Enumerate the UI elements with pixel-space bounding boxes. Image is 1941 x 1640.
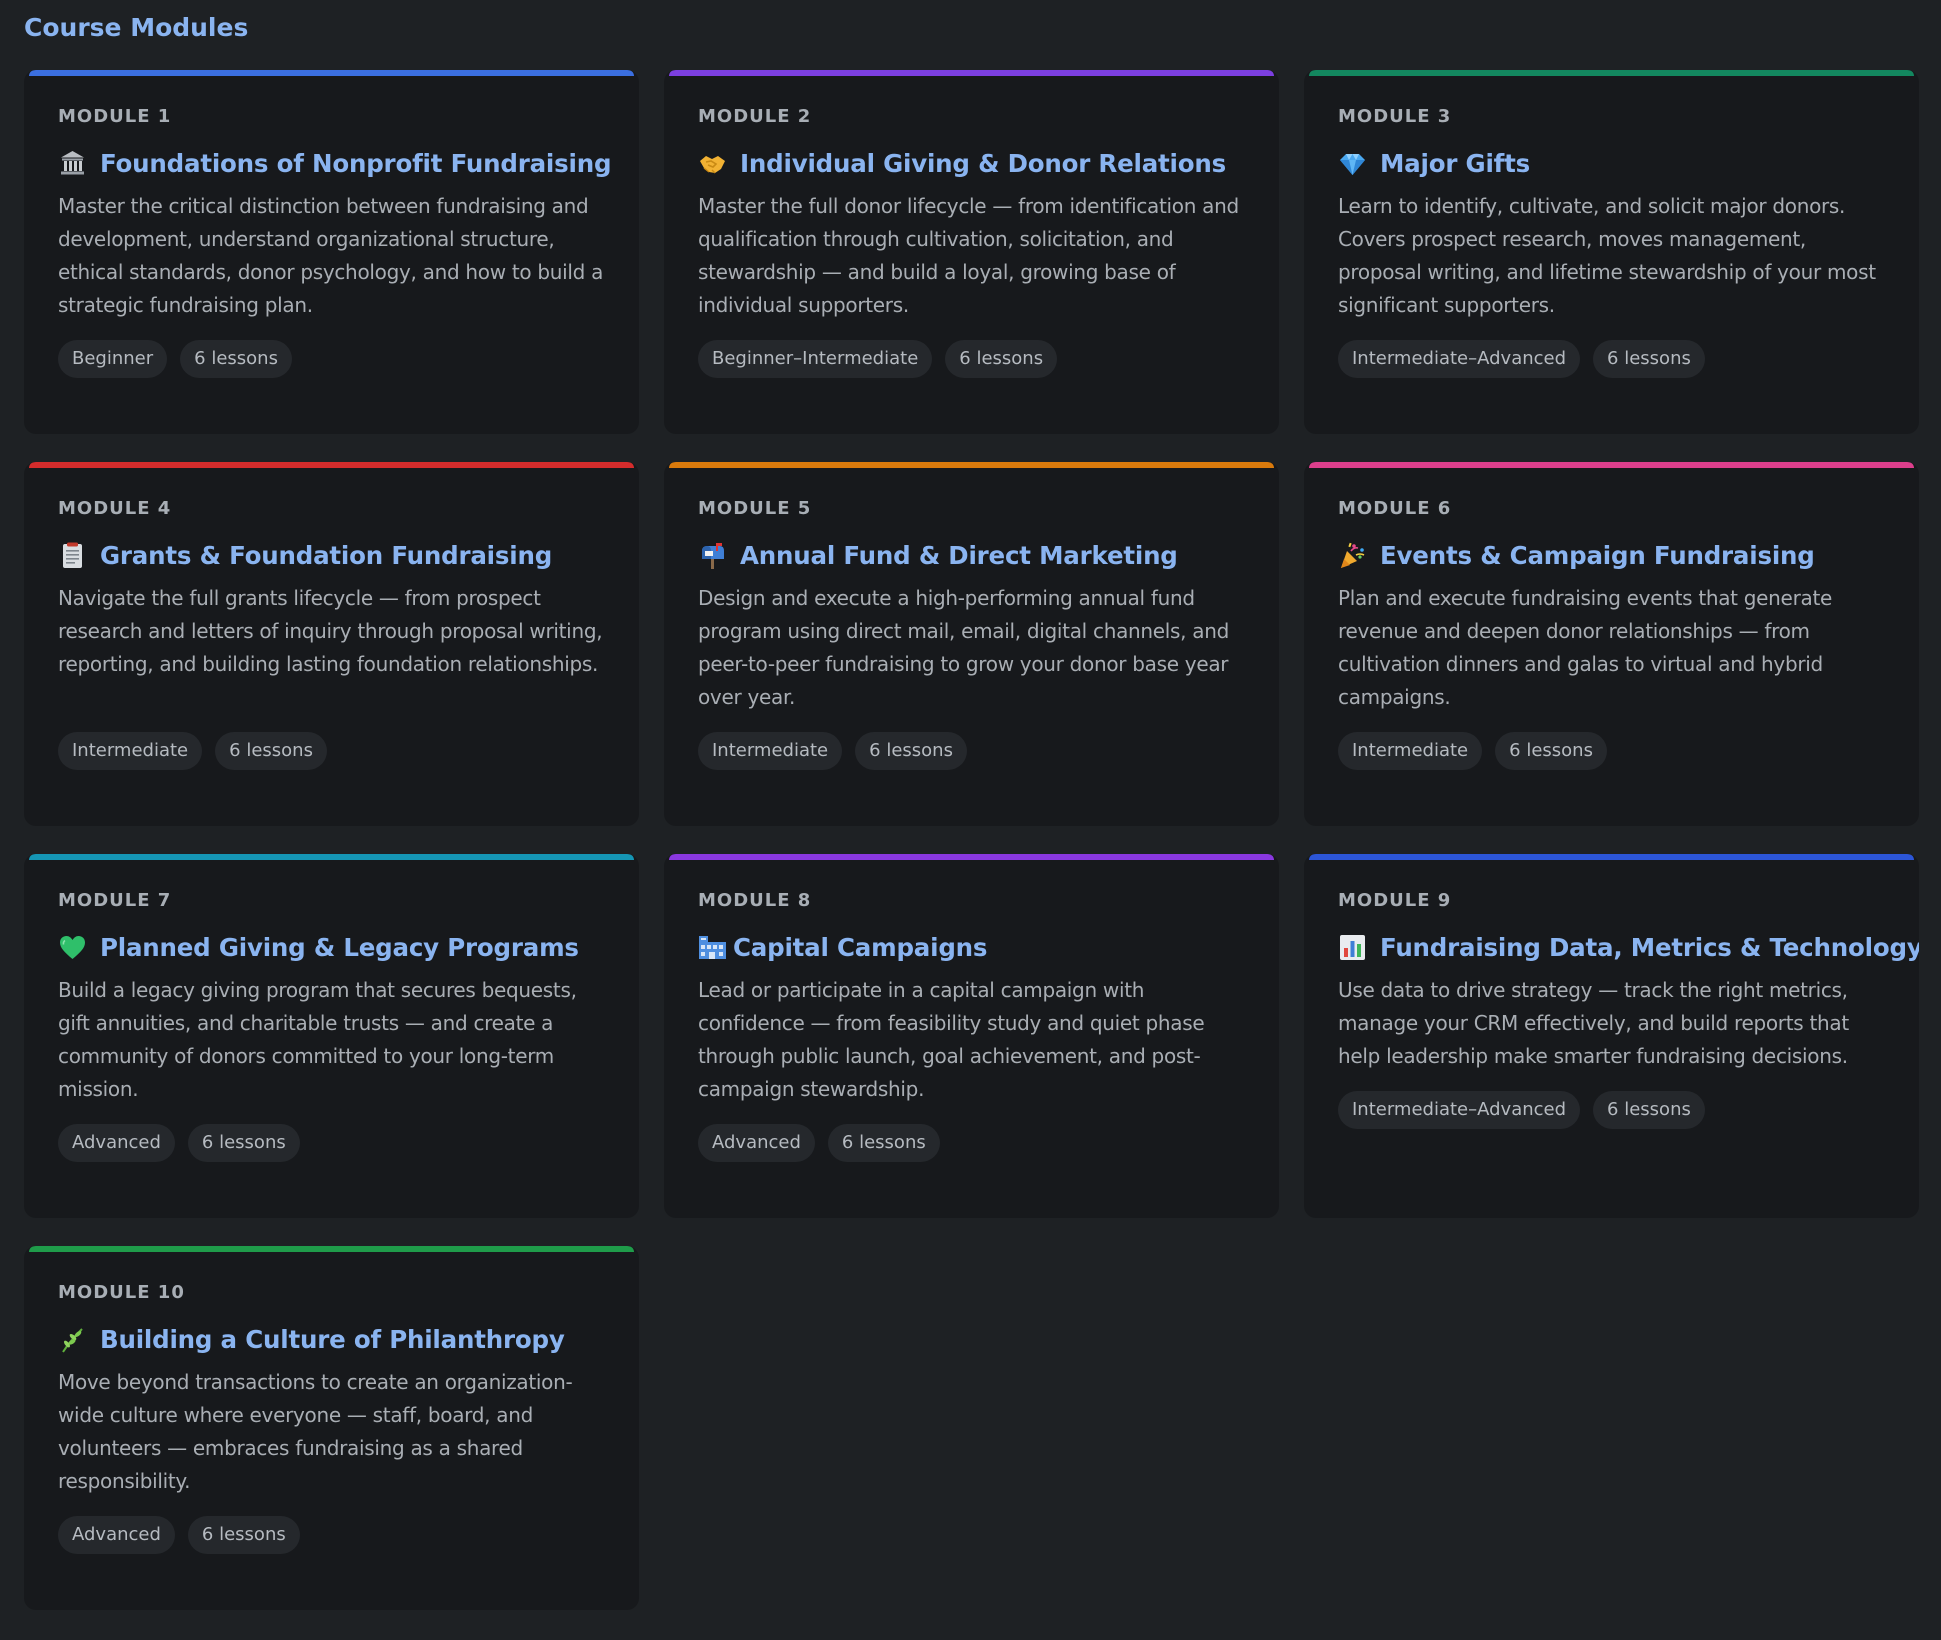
module-heading: Fundraising Data, Metrics & Technology — [1338, 930, 1919, 964]
level-badge: Intermediate–Advanced — [1338, 340, 1581, 378]
module-number: MODULE 8 — [698, 890, 812, 911]
module-tags: Intermediate 6 lessons — [698, 732, 1245, 770]
module-heading: Individual Giving & Donor Relations — [698, 146, 1245, 180]
module-number: MODULE 5 — [698, 498, 812, 519]
level-badge: Advanced — [58, 1124, 175, 1162]
module-title[interactable]: Major Gifts — [1380, 149, 1530, 178]
module-heading: Foundations of Nonprofit Fundraising — [58, 146, 611, 180]
construction-building-icon — [698, 933, 727, 962]
module-card-2[interactable]: MODULE 2 Individual Giving & Donor Relat… — [664, 70, 1279, 434]
mailbox-icon — [698, 541, 727, 570]
module-number: MODULE 2 — [698, 106, 812, 127]
module-description: Master the critical distinction between … — [58, 194, 604, 317]
module-heading: Events & Campaign Fundraising — [1338, 538, 1885, 572]
module-number: MODULE 4 — [58, 498, 172, 519]
party-popper-icon — [1338, 541, 1367, 570]
handshake-icon — [698, 149, 727, 178]
course-modules-page: Course Modules MODULE 1 Foundations of N… — [0, 0, 1941, 1640]
module-card-4[interactable]: MODULE 4 Grants & Foundation Fundraising… — [24, 462, 639, 826]
level-badge: Beginner — [58, 340, 168, 378]
module-card-8[interactable]: MODULE 8 Capital Campaigns Lead or parti… — [664, 854, 1279, 1218]
module-heading: Building a Culture of Philanthropy — [58, 1322, 605, 1356]
lessons-badge: 6 lessons — [215, 732, 327, 770]
lessons-badge: 6 lessons — [1495, 732, 1607, 770]
level-badge: Beginner–Intermediate — [698, 340, 933, 378]
module-description: Move beyond transactions to create an or… — [58, 1370, 573, 1493]
lessons-badge: 6 lessons — [1593, 1091, 1705, 1129]
module-description: Master the full donor lifecycle — from i… — [698, 194, 1239, 317]
module-tags: Advanced 6 lessons — [58, 1516, 605, 1554]
module-card-7[interactable]: MODULE 7 Planned Giving & Legacy Program… — [24, 854, 639, 1218]
level-badge: Advanced — [698, 1124, 815, 1162]
green-heart-icon — [58, 933, 87, 962]
module-card-1[interactable]: MODULE 1 Foundations of Nonprofit Fundra… — [24, 70, 639, 434]
module-title[interactable]: Capital Campaigns — [733, 933, 987, 962]
module-tags: Intermediate 6 lessons — [58, 732, 605, 770]
lessons-badge: 6 lessons — [187, 1124, 300, 1162]
classical-building-icon — [58, 149, 87, 178]
module-title[interactable]: Annual Fund & Direct Marketing — [740, 541, 1178, 570]
module-title[interactable]: Building a Culture of Philanthropy — [100, 1325, 565, 1354]
level-badge: Intermediate–Advanced — [1338, 1091, 1581, 1129]
module-number: MODULE 10 — [58, 1282, 185, 1303]
module-card-6[interactable]: MODULE 6 Events & Campaign Fundraising P… — [1304, 462, 1919, 826]
herb-icon — [58, 1325, 87, 1354]
module-tags: Advanced 6 lessons — [58, 1124, 605, 1162]
module-title[interactable]: Fundraising Data, Metrics & Technology — [1380, 933, 1919, 962]
lessons-badge: 6 lessons — [1593, 340, 1705, 378]
module-description: Learn to identify, cultivate, and solici… — [1338, 194, 1876, 317]
lessons-badge: 6 lessons — [945, 340, 1058, 378]
module-description: Use data to drive strategy — track the r… — [1338, 978, 1849, 1068]
module-title[interactable]: Grants & Foundation Fundraising — [100, 541, 552, 570]
lessons-badge: 6 lessons — [187, 1516, 300, 1554]
module-card-5[interactable]: MODULE 5 Annual Fund & Direct Marketing … — [664, 462, 1279, 826]
module-number: MODULE 6 — [1338, 498, 1452, 519]
level-badge: Advanced — [58, 1516, 175, 1554]
lessons-badge: 6 lessons — [855, 732, 967, 770]
module-tags: Beginner 6 lessons — [58, 340, 605, 378]
page-title: Course Modules — [24, 13, 249, 42]
module-tags: Beginner–Intermediate 6 lessons — [698, 340, 1245, 378]
module-number: MODULE 3 — [1338, 106, 1452, 127]
module-heading: Capital Campaigns — [698, 930, 1245, 964]
bar-chart-icon — [1338, 933, 1367, 962]
module-description: Lead or participate in a capital campaig… — [698, 978, 1205, 1101]
module-card-9[interactable]: MODULE 9 Fundraising Data, Metrics & Tec… — [1304, 854, 1919, 1218]
module-description: Build a legacy giving program that secur… — [58, 978, 577, 1101]
level-badge: Intermediate — [58, 732, 203, 770]
module-title[interactable]: Foundations of Nonprofit Fundraising — [100, 149, 611, 178]
level-badge: Intermediate — [1338, 732, 1483, 770]
module-description: Design and execute a high-performing ann… — [698, 586, 1230, 709]
lessons-badge: 6 lessons — [827, 1124, 940, 1162]
module-heading: Major Gifts — [1338, 146, 1885, 180]
module-tags: Intermediate–Advanced 6 lessons — [1338, 1091, 1885, 1129]
gem-icon — [1338, 149, 1367, 178]
module-heading: Grants & Foundation Fundraising — [58, 538, 605, 572]
module-title[interactable]: Individual Giving & Donor Relations — [740, 149, 1226, 178]
lessons-badge: 6 lessons — [180, 340, 292, 378]
module-tags: Advanced 6 lessons — [698, 1124, 1245, 1162]
module-title[interactable]: Events & Campaign Fundraising — [1380, 541, 1815, 570]
module-number: MODULE 9 — [1338, 890, 1452, 911]
module-description: Plan and execute fundraising events that… — [1338, 586, 1832, 709]
module-number: MODULE 7 — [58, 890, 172, 911]
module-tags: Intermediate 6 lessons — [1338, 732, 1885, 770]
module-title[interactable]: Planned Giving & Legacy Programs — [100, 933, 579, 962]
module-card-3[interactable]: MODULE 3 Major Gifts Learn to identify, … — [1304, 70, 1919, 434]
clipboard-icon — [58, 541, 87, 570]
level-badge: Intermediate — [698, 732, 843, 770]
module-heading: Annual Fund & Direct Marketing — [698, 538, 1245, 572]
module-description: Navigate the full grants lifecycle — fro… — [58, 586, 603, 676]
module-heading: Planned Giving & Legacy Programs — [58, 930, 605, 964]
module-card-10[interactable]: MODULE 10 Building a Culture of Philanth… — [24, 1246, 639, 1610]
module-grid: MODULE 1 Foundations of Nonprofit Fundra… — [24, 70, 1919, 1610]
module-number: MODULE 1 — [58, 106, 172, 127]
module-tags: Intermediate–Advanced 6 lessons — [1338, 340, 1885, 378]
